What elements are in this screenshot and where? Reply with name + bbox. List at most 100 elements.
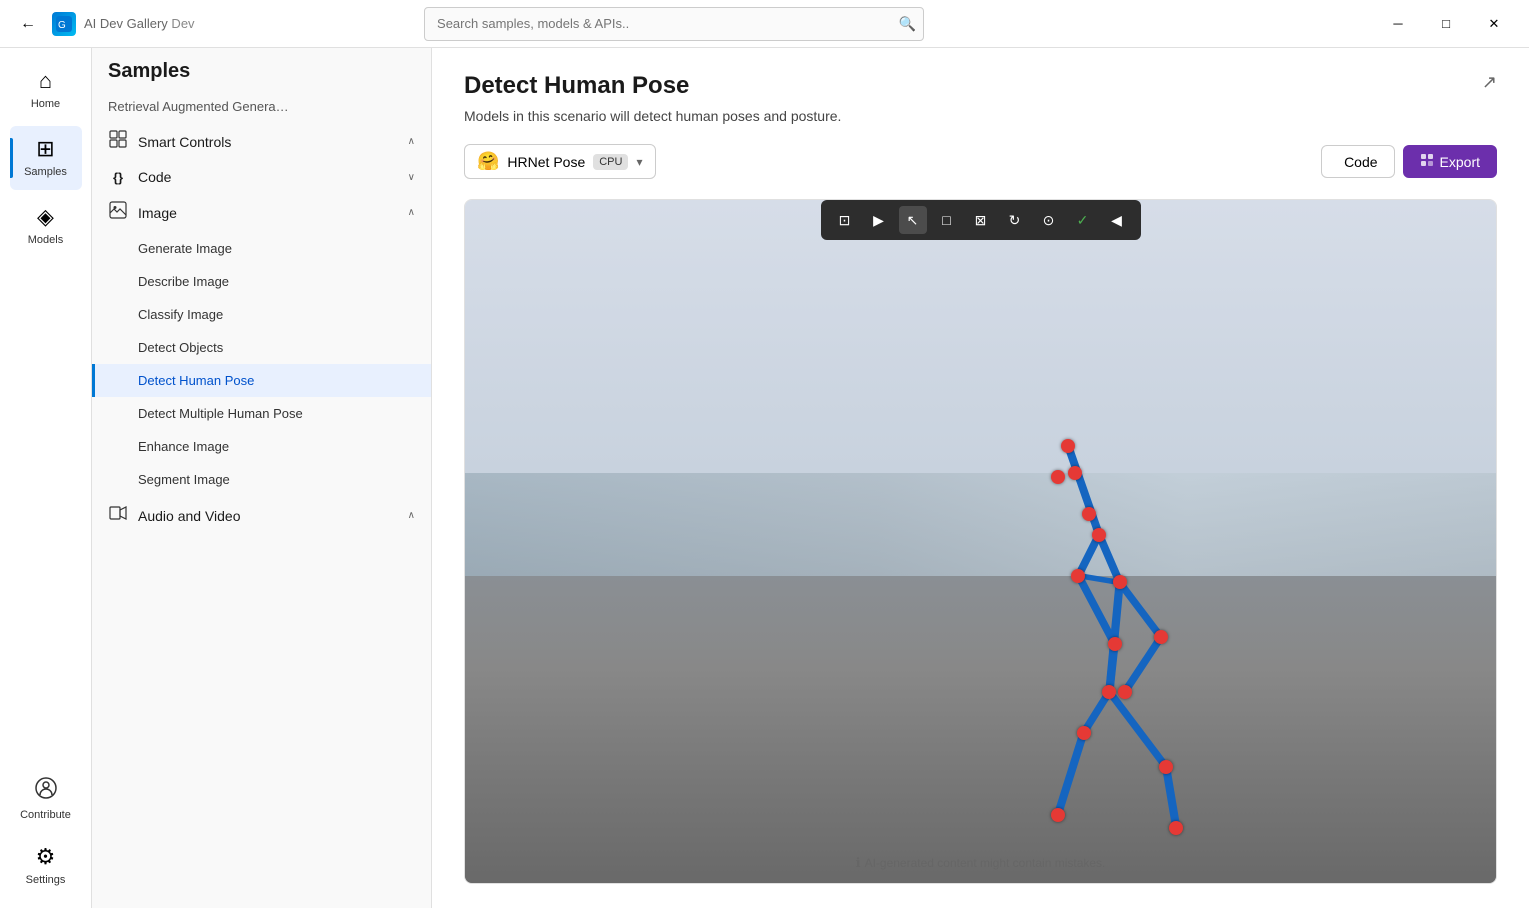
search-input[interactable]: [424, 7, 924, 41]
smart-controls-icon: [108, 130, 128, 153]
joint-neck: [1092, 528, 1106, 542]
code-label: Code: [138, 169, 398, 185]
pose-toolbar: ⊡ ▶ ↖ □ ⊠ ↻ ⊙ ✓ ◀: [821, 200, 1141, 240]
nav-section-code[interactable]: {} Code ∨: [92, 161, 431, 193]
nav-section-audio-video[interactable]: Audio and Video ∧: [92, 496, 431, 535]
action-buttons: Code Export: [1321, 145, 1497, 178]
main-content: Detect Human Pose ↗ Models in this scena…: [432, 48, 1529, 908]
code-btn-label: Code: [1344, 154, 1377, 170]
nav-item-segment-image[interactable]: Segment Image: [92, 463, 431, 496]
joint-left_ankle: [1169, 821, 1183, 835]
image-section-chevron: ∧: [408, 207, 415, 218]
nav-sidebar-title: Samples: [92, 60, 431, 99]
toolbar-btn-select[interactable]: ⊠: [967, 206, 995, 234]
disclaimer-text: AI-generated content might contain mista…: [865, 856, 1106, 870]
joint-right_wrist: [1118, 685, 1132, 699]
export-btn-label: Export: [1440, 154, 1480, 170]
joint-right_hip_front: [1108, 637, 1122, 651]
sidebar-item-contribute[interactable]: Contribute: [10, 768, 82, 832]
export-button[interactable]: Export: [1403, 145, 1497, 178]
main-layout: ⌂ Home ⊞ Samples ◈ Models Contribute: [0, 48, 1529, 908]
nav-item-detect-human-pose[interactable]: Detect Human Pose: [92, 364, 431, 397]
settings-label: Settings: [26, 874, 66, 887]
toolbar-btn-grid[interactable]: ⊡: [831, 206, 859, 234]
model-badge: CPU: [593, 154, 628, 170]
joint-left_knee: [1159, 760, 1173, 774]
ground-layer: [465, 576, 1496, 883]
samples-label: Samples: [24, 166, 67, 179]
code-button[interactable]: Code: [1321, 145, 1394, 178]
models-label: Models: [28, 234, 63, 247]
joint-right_eye: [1068, 466, 1082, 480]
contribute-label: Contribute: [20, 809, 71, 822]
page-title: Detect Human Pose: [464, 72, 1474, 100]
sidebar-item-samples[interactable]: ⊞ Samples: [10, 126, 82, 190]
content-description: Models in this scenario will detect huma…: [464, 108, 1497, 124]
search-button[interactable]: 🔍: [899, 15, 916, 32]
model-selector[interactable]: 🤗 HRNet Pose CPU ▾: [464, 144, 656, 179]
code-icon: {}: [108, 170, 128, 185]
image-sub-items: Generate Image Describe Image Classify I…: [92, 232, 431, 496]
toolbar-btn-back[interactable]: ◀: [1103, 206, 1131, 234]
joint-right_shoulder: [1113, 575, 1127, 589]
home-label: Home: [31, 98, 60, 111]
nav-sidebar: Samples Retrieval Augmented Genera… Smar…: [92, 48, 432, 908]
nav-item-detect-objects[interactable]: Detect Objects: [92, 331, 431, 364]
back-button[interactable]: ←: [12, 8, 44, 40]
home-icon: ⌂: [39, 68, 52, 94]
model-emoji: 🤗: [477, 151, 499, 172]
nav-breadcrumb[interactable]: Retrieval Augmented Genera…: [92, 99, 431, 122]
maximize-button[interactable]: □: [1423, 8, 1469, 40]
joint-right_knee: [1077, 726, 1091, 740]
toolbar-btn-refresh[interactable]: ↻: [1001, 206, 1029, 234]
joint-right_elbow: [1154, 630, 1168, 644]
image-area: ⊡ ▶ ↖ □ ⊠ ↻ ⊙ ✓ ◀: [464, 199, 1497, 884]
back-icon: ←: [20, 15, 36, 33]
app-icon: G: [52, 12, 76, 36]
minimize-button[interactable]: ─: [1375, 8, 1421, 40]
scene-background: [465, 200, 1496, 883]
nav-item-generate-image[interactable]: Generate Image: [92, 232, 431, 265]
image-section-label: Image: [138, 205, 398, 221]
active-indicator: [10, 138, 13, 178]
toolbar-btn-rect[interactable]: □: [933, 206, 961, 234]
close-button[interactable]: ✕: [1471, 8, 1517, 40]
app-title: AI Dev Gallery Dev: [84, 16, 195, 31]
audio-video-chevron: ∧: [408, 510, 415, 521]
sidebar-item-settings[interactable]: ⚙ Settings: [10, 834, 82, 898]
model-name: HRNet Pose: [507, 154, 585, 170]
toolbar-btn-play[interactable]: ▶: [865, 206, 893, 234]
nav-section-image[interactable]: Image ∧: [92, 193, 431, 232]
models-icon: ◈: [37, 204, 54, 230]
smart-controls-label: Smart Controls: [138, 134, 398, 150]
joint-right_ankle: [1051, 808, 1065, 822]
disclaimer-icon: ℹ: [856, 855, 861, 871]
svg-text:G: G: [58, 20, 66, 31]
link-icon[interactable]: ↗: [1482, 72, 1497, 93]
nav-item-enhance-image[interactable]: Enhance Image: [92, 430, 431, 463]
window-controls: ─ □ ✕: [1375, 8, 1517, 40]
ai-disclaimer: ℹ AI-generated content might contain mis…: [856, 855, 1106, 871]
icon-sidebar: ⌂ Home ⊞ Samples ◈ Models Contribute: [0, 48, 92, 908]
image-section-icon: [108, 201, 128, 224]
sidebar-item-home[interactable]: ⌂ Home: [10, 58, 82, 122]
image-container: ⊡ ▶ ↖ □ ⊠ ↻ ⊙ ✓ ◀: [464, 199, 1497, 884]
nav-item-detect-multiple-pose[interactable]: Detect Multiple Human Pose: [92, 397, 431, 430]
export-btn-icon: [1420, 153, 1434, 170]
samples-icon: ⊞: [36, 136, 54, 162]
sidebar-item-models[interactable]: ◈ Models: [10, 194, 82, 258]
code-chevron: ∨: [408, 172, 415, 183]
joint-left_shoulder: [1071, 569, 1085, 583]
nav-item-classify-image[interactable]: Classify Image: [92, 298, 431, 331]
model-row: 🤗 HRNet Pose CPU ▾ Code: [464, 144, 1497, 179]
joint-left_eye: [1051, 470, 1065, 484]
nav-section-smart-controls[interactable]: Smart Controls ∧: [92, 122, 431, 161]
settings-icon: ⚙: [36, 844, 56, 870]
toolbar-btn-target[interactable]: ⊙: [1035, 206, 1063, 234]
model-chevron-icon: ▾: [636, 155, 642, 169]
nav-item-describe-image[interactable]: Describe Image: [92, 265, 431, 298]
joint-right_ear: [1082, 507, 1096, 521]
toolbar-btn-check[interactable]: ✓: [1069, 206, 1097, 234]
toolbar-btn-cursor[interactable]: ↖: [899, 206, 927, 234]
titlebar: ← G AI Dev Gallery Dev 🔍 ─ □ ✕: [0, 0, 1529, 48]
